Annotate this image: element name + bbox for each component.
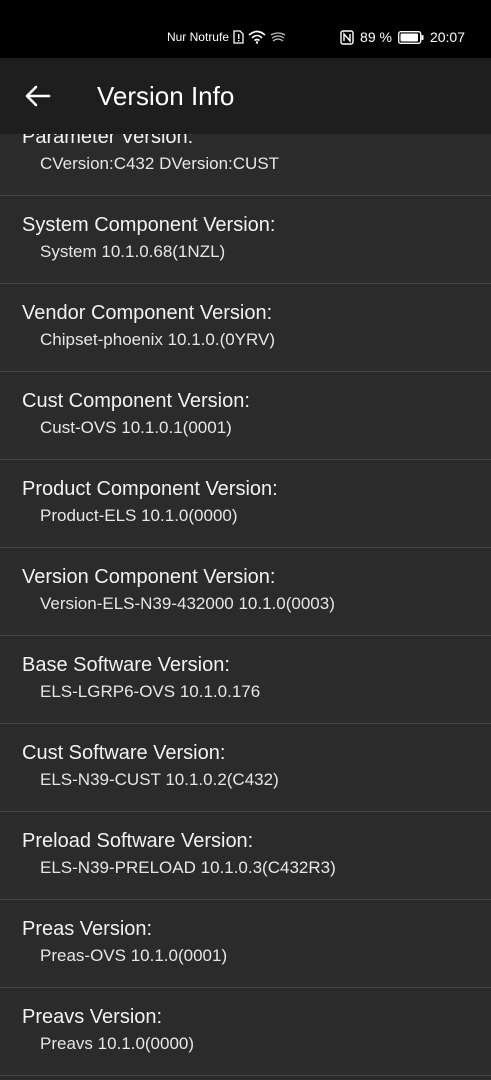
item-title: System Component Version: (22, 214, 276, 236)
item-title: Preavs Version: (22, 1006, 163, 1028)
item-value: CVersion:C432 DVersion:CUST (40, 154, 280, 173)
back-button[interactable] (18, 78, 58, 114)
list-item-version-component-version[interactable]: Version Component Version: Version-ELS-N… (0, 548, 491, 636)
item-title: Vendor Component Version: (22, 302, 273, 324)
battery-icon (398, 30, 424, 44)
item-title: Cust Component Version: (22, 390, 250, 412)
list-item-base-software-version[interactable]: Base Software Version: ELS-LGRP6-OVS 10.… (0, 636, 491, 724)
status-bar: Nur Notrufe 89 % 20:07 (0, 0, 491, 58)
clock: 20:07 (429, 29, 465, 45)
list-item-cust-component-version[interactable]: Cust Component Version: Cust-OVS 10.1.0.… (0, 372, 491, 460)
item-value: Product-ELS 10.1.0(0000) (40, 506, 238, 525)
wireless-charge-icon (270, 31, 286, 43)
list-item-preload-software-version[interactable]: Preload Software Version: ELS-N39-PRELOA… (0, 812, 491, 900)
item-title: Parameter Version: (22, 134, 194, 148)
list-item-cust-software-version[interactable]: Cust Software Version: ELS-N39-CUST 10.1… (0, 724, 491, 812)
list-item-preavs-version[interactable]: Preavs Version: Preavs 10.1.0(0000) (0, 988, 491, 1076)
item-title: Preas Version: (22, 918, 153, 940)
item-title: Version Component Version: (22, 566, 276, 588)
list-item-product-component-version[interactable]: Product Component Version: Product-ELS 1… (0, 460, 491, 548)
version-info-list-content: Parameter Version: CVersion:C432 DVersio… (0, 134, 491, 1076)
nfc-icon (340, 29, 354, 45)
item-title: Product Component Version: (22, 478, 278, 500)
status-right: 89 % 20:07 (340, 26, 465, 48)
wifi-icon (248, 30, 266, 44)
item-title: Preload Software Version: (22, 830, 254, 852)
item-value: System 10.1.0.68(1NZL) (40, 242, 226, 261)
item-value: Chipset-phoenix 10.1.0.(0YRV) (40, 330, 275, 349)
arrow-left-icon (25, 85, 51, 107)
item-value: ELS-N39-PRELOAD 10.1.0.3(C432R3) (40, 858, 336, 877)
list-item-preas-version[interactable]: Preas Version: Preas-OVS 10.1.0(0001) (0, 900, 491, 988)
item-value: ELS-N39-CUST 10.1.0.2(C432) (40, 770, 279, 789)
item-title: Base Software Version: (22, 654, 230, 676)
status-left: Nur Notrufe (167, 26, 286, 48)
list-item-vendor-component-version[interactable]: Vendor Component Version: Chipset-phoeni… (0, 284, 491, 372)
item-value: ELS-LGRP6-OVS 10.1.0.176 (40, 682, 261, 701)
item-value: Preavs 10.1.0(0000) (40, 1034, 195, 1053)
version-info-list[interactable]: Parameter Version: CVersion:C432 DVersio… (0, 134, 491, 1080)
battery-percent: 89 % (360, 29, 392, 45)
list-item-parameter-version[interactable]: Parameter Version: CVersion:C432 DVersio… (0, 134, 491, 196)
item-title: Cust Software Version: (22, 742, 226, 764)
app-bar: Version Info (0, 58, 491, 134)
item-value: Cust-OVS 10.1.0.1(0001) (40, 418, 232, 437)
page-title: Version Info (97, 81, 235, 111)
item-value: Preas-OVS 10.1.0(0001) (40, 946, 228, 965)
item-value: Version-ELS-N39-432000 10.1.0(0003) (40, 594, 335, 613)
sim-alert-icon (233, 30, 244, 44)
list-item-system-component-version[interactable]: System Component Version: System 10.1.0.… (0, 196, 491, 284)
carrier-label: Nur Notrufe (166, 30, 229, 44)
